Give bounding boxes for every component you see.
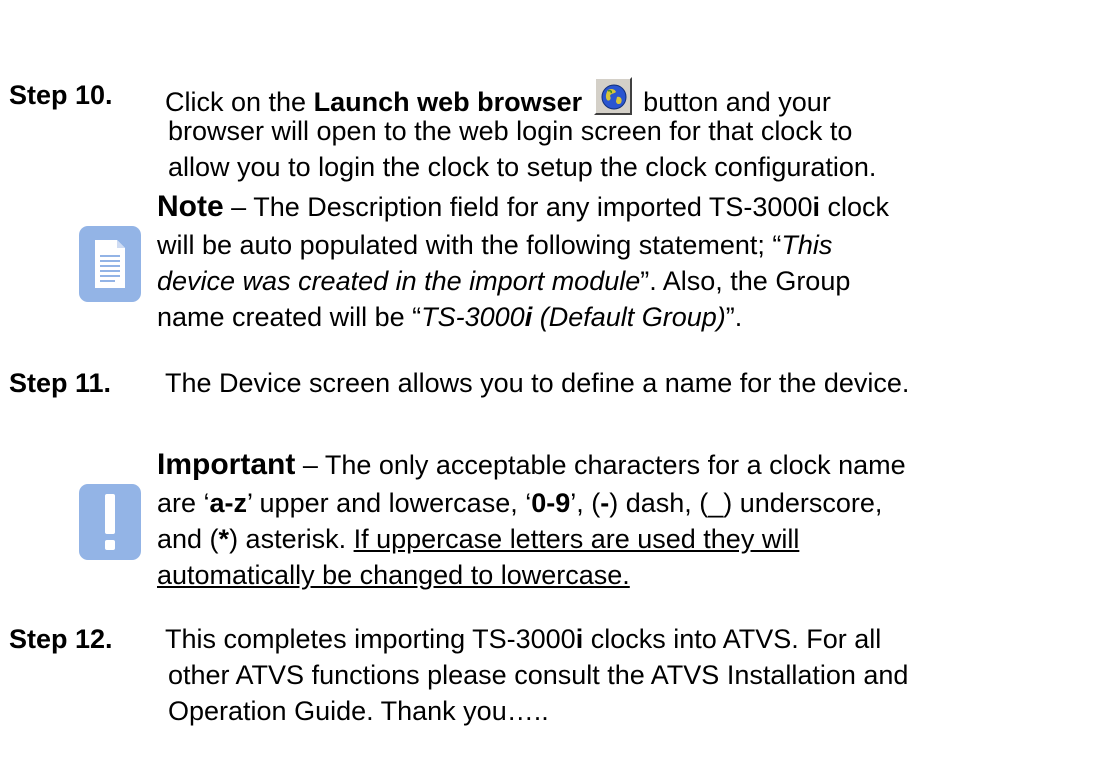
important-line-3: and (*) asterisk. If uppercase letters a… bbox=[157, 524, 800, 554]
important-line-2: are ‘a-z’ upper and lowercase, ‘0-9’, (-… bbox=[157, 488, 883, 518]
step-12-line-3: Operation Guide. Thank you….. bbox=[168, 696, 549, 726]
step-12-label: Step 12. bbox=[9, 624, 113, 654]
step-10-line-3: allow you to login the clock to setup th… bbox=[168, 152, 877, 182]
step-11-label: Step 11. bbox=[9, 368, 112, 398]
note-line-1: Note – The Description field for any imp… bbox=[157, 190, 890, 223]
important-line-4: automatically be changed to lowercase. bbox=[157, 560, 630, 590]
step-12-line-1: This completes importing TS-3000i clocks… bbox=[165, 624, 882, 654]
note-document-icon bbox=[79, 226, 141, 302]
step-11-text: The Device screen allows you to define a… bbox=[165, 368, 910, 398]
launch-web-browser-button[interactable] bbox=[593, 77, 632, 115]
note-line-2: will be auto populated with the followin… bbox=[157, 230, 833, 260]
important-exclamation-icon bbox=[79, 484, 141, 560]
globe-icon bbox=[601, 84, 627, 110]
important-line-1: Important – The only acceptable characte… bbox=[157, 448, 906, 481]
note-line-3: device was created in the import module”… bbox=[157, 266, 851, 296]
step-12-line-2: other ATVS functions please consult the … bbox=[168, 660, 909, 690]
step-10-line-2: browser will open to the web login scree… bbox=[168, 116, 853, 146]
step-10-label: Step 10. bbox=[9, 80, 113, 110]
note-line-4: name created will be “TS-3000i (Default … bbox=[157, 302, 743, 332]
